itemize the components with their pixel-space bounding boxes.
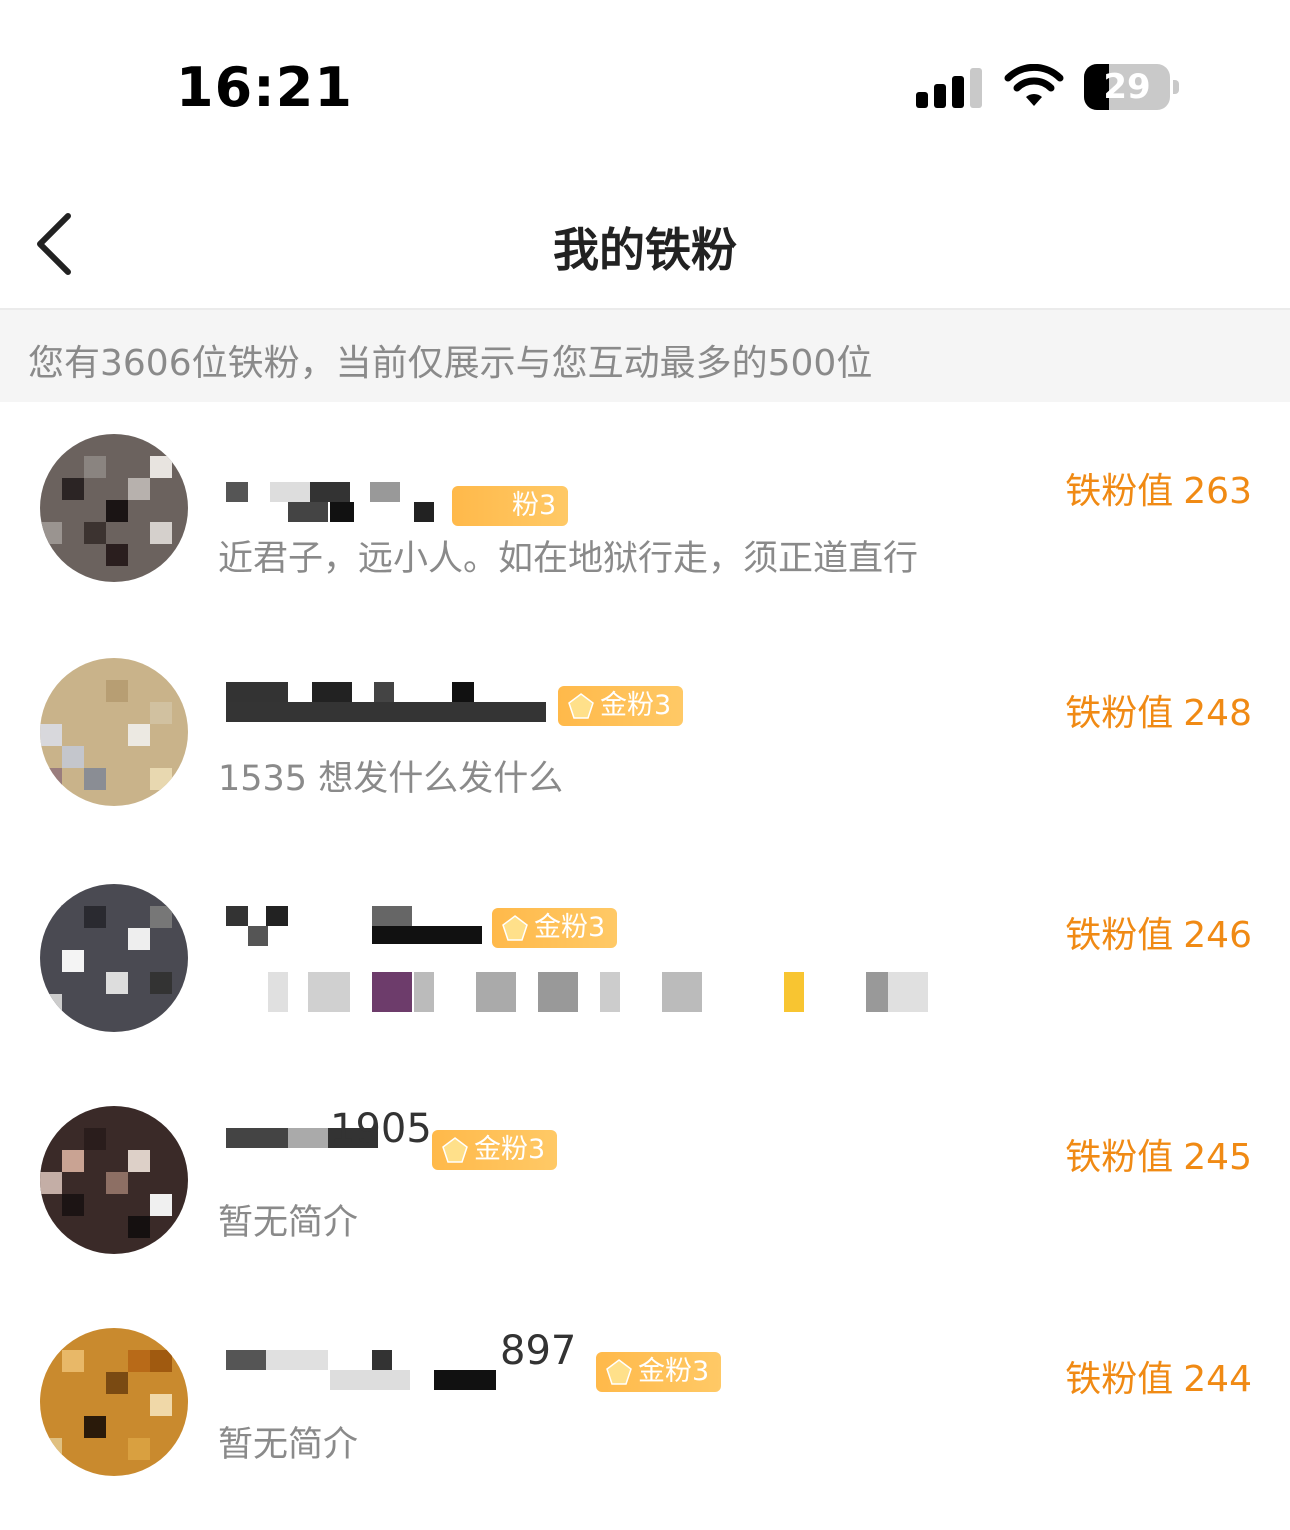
fan-badge: 金粉3 xyxy=(558,686,684,726)
fan-score-label: 铁粉值 xyxy=(1065,915,1174,956)
fan-list-item[interactable]: 粉3 近君子，远小人。如在地狱行走，须正道直行 铁粉值 263 xyxy=(0,424,1290,646)
fan-badge-label: 金粉3 xyxy=(474,1134,546,1165)
fan-bio: 近君子，远小人。如在地狱行走，须正道直行 xyxy=(218,539,919,579)
fan-score: 铁粉值 244 xyxy=(1065,1350,1252,1402)
fan-list-item[interactable]: 1905 金粉3 暂无简介 铁粉值 245 xyxy=(0,1090,1290,1312)
battery-icon: 29 xyxy=(1084,64,1180,110)
fan-badge-label: 粉3 xyxy=(512,490,557,521)
signal-icon xyxy=(916,68,982,108)
wifi-icon xyxy=(1004,64,1064,106)
fan-bio: 暂无简介 xyxy=(218,1425,359,1465)
avatar[interactable] xyxy=(40,884,188,1032)
nav-bar: 我的铁粉 xyxy=(0,180,1290,310)
page-title: 我的铁粉 xyxy=(553,223,737,277)
fan-score: 铁粉值 248 xyxy=(1065,684,1252,736)
username-suffix: 897 xyxy=(500,1328,577,1374)
fan-score-label: 铁粉值 xyxy=(1065,693,1174,734)
notice-text: 您有3606位铁粉，当前仅展示与您互动最多的500位 xyxy=(28,343,873,384)
avatar[interactable] xyxy=(40,1328,188,1476)
fan-badge-label: 金粉3 xyxy=(638,1356,710,1387)
fan-score: 铁粉值 263 xyxy=(1065,462,1252,514)
fan-list-item[interactable]: 897 金粉3 暂无简介 铁粉值 244 xyxy=(0,1312,1290,1530)
username-suffix: 1905 xyxy=(330,1106,432,1152)
fan-score-value: 244 xyxy=(1183,1359,1252,1400)
diamond-icon xyxy=(442,1137,468,1163)
fan-score-value: 245 xyxy=(1183,1137,1252,1178)
fan-score-value: 246 xyxy=(1183,915,1252,956)
avatar[interactable] xyxy=(40,434,188,582)
fan-badge: 粉3 xyxy=(452,486,569,526)
bio-masked xyxy=(226,972,996,1012)
fan-score-value: 263 xyxy=(1183,471,1252,512)
fan-bio: 暂无简介 xyxy=(218,1203,359,1243)
username-masked xyxy=(226,1350,496,1390)
fan-list-item[interactable]: 金粉3 铁粉值 246 xyxy=(0,868,1290,1090)
fan-badge-label: 金粉3 xyxy=(600,690,672,721)
fan-score-label: 铁粉值 xyxy=(1065,1137,1174,1178)
username-masked xyxy=(226,682,552,722)
notice-banner: 您有3606位铁粉，当前仅展示与您互动最多的500位 xyxy=(0,310,1290,402)
fan-badge-label: 金粉3 xyxy=(534,912,606,943)
username-masked xyxy=(226,906,486,946)
fan-badge: 金粉3 xyxy=(492,908,618,948)
fan-score-label: 铁粉值 xyxy=(1065,471,1174,512)
fan-badge: 金粉3 xyxy=(432,1130,558,1170)
fan-bio: 1535 想发什么发什么 xyxy=(218,759,564,799)
battery-level: 29 xyxy=(1103,67,1151,107)
fan-score: 铁粉值 245 xyxy=(1065,1128,1252,1180)
status-bar: 16:21 29 xyxy=(0,0,1290,180)
fan-list-item[interactable]: 金粉3 1535 想发什么发什么 铁粉值 248 xyxy=(0,646,1290,868)
status-time: 16:21 xyxy=(176,56,353,119)
diamond-icon xyxy=(606,1359,632,1385)
diamond-icon xyxy=(502,915,528,941)
diamond-icon xyxy=(568,693,594,719)
fan-badge: 金粉3 xyxy=(596,1352,722,1392)
fan-score-label: 铁粉值 xyxy=(1065,1359,1174,1400)
fan-score: 铁粉值 246 xyxy=(1065,906,1252,958)
fan-score-value: 248 xyxy=(1183,693,1252,734)
username-masked xyxy=(226,482,446,522)
avatar[interactable] xyxy=(40,658,188,806)
avatar[interactable] xyxy=(40,1106,188,1254)
